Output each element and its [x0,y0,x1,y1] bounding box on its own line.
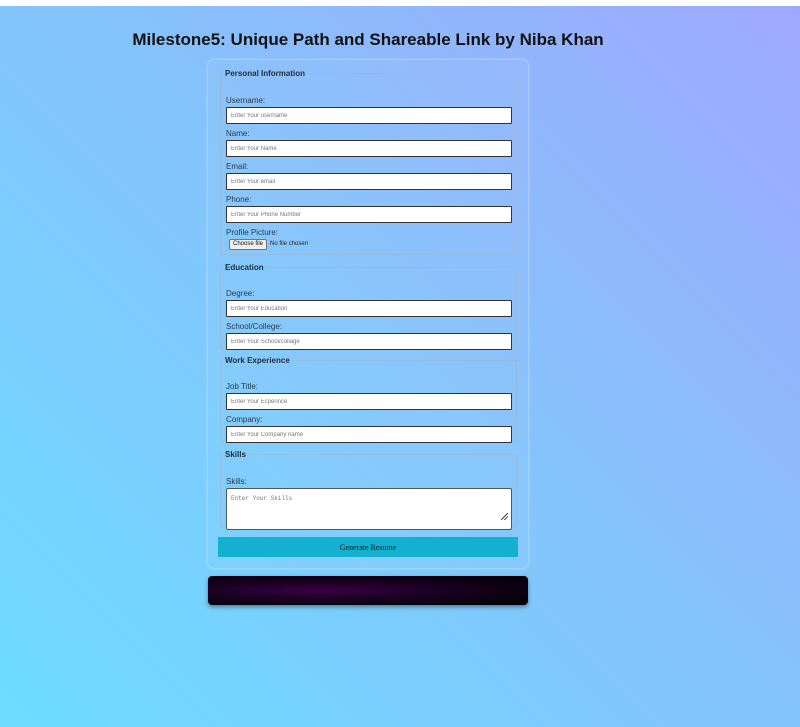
phone-input[interactable] [226,206,512,223]
email-label: Email: [226,162,249,171]
work-experience-legend: Work Experience [225,356,290,365]
resize-grip-icon[interactable] [501,513,508,520]
choose-file-button[interactable]: Choose file [229,238,268,250]
resume-output-panel [208,576,528,605]
no-file-chosen-text: No file chosen [270,241,309,247]
page-title: Milestone5: Unique Path and Shareable Li… [132,30,604,49]
job-title-input[interactable] [226,393,512,410]
personal-info-section: Personal Information Username: Name: Ema… [220,69,517,255]
skills-legend: Skills [225,450,246,459]
name-label: Name: [226,129,250,138]
school-input[interactable] [226,333,512,350]
profile-picture-label: Profile Picture: [226,228,279,237]
company-input[interactable] [226,426,512,443]
work-experience-section: Work Experience Job Title: Company: [220,356,517,443]
skills-label: Skills: [226,477,247,486]
skills-textarea[interactable] [226,488,512,530]
name-input[interactable] [226,140,512,157]
top-bar [0,0,800,6]
school-label: School/College: [226,322,283,331]
generate-resume-button[interactable]: Generate Resume [218,537,518,557]
job-title-label: Job Title: [226,382,259,391]
resume-form: Personal Information Username: Name: Ema… [208,60,528,568]
education-section: Education Degree: School/College: [220,263,517,350]
personal-info-legend: Personal Information [225,69,306,78]
education-legend: Education [225,263,264,272]
username-input[interactable] [226,107,512,124]
profile-picture-file-input: Choose file No file chosen [229,238,309,250]
email-input[interactable] [226,173,512,190]
phone-label: Phone: [226,195,252,204]
degree-label: Degree: [226,289,255,298]
degree-input[interactable] [226,300,512,317]
username-label: Username: [226,96,266,105]
company-label: Company: [226,415,263,424]
skills-section: Skills Skills: [220,450,517,530]
